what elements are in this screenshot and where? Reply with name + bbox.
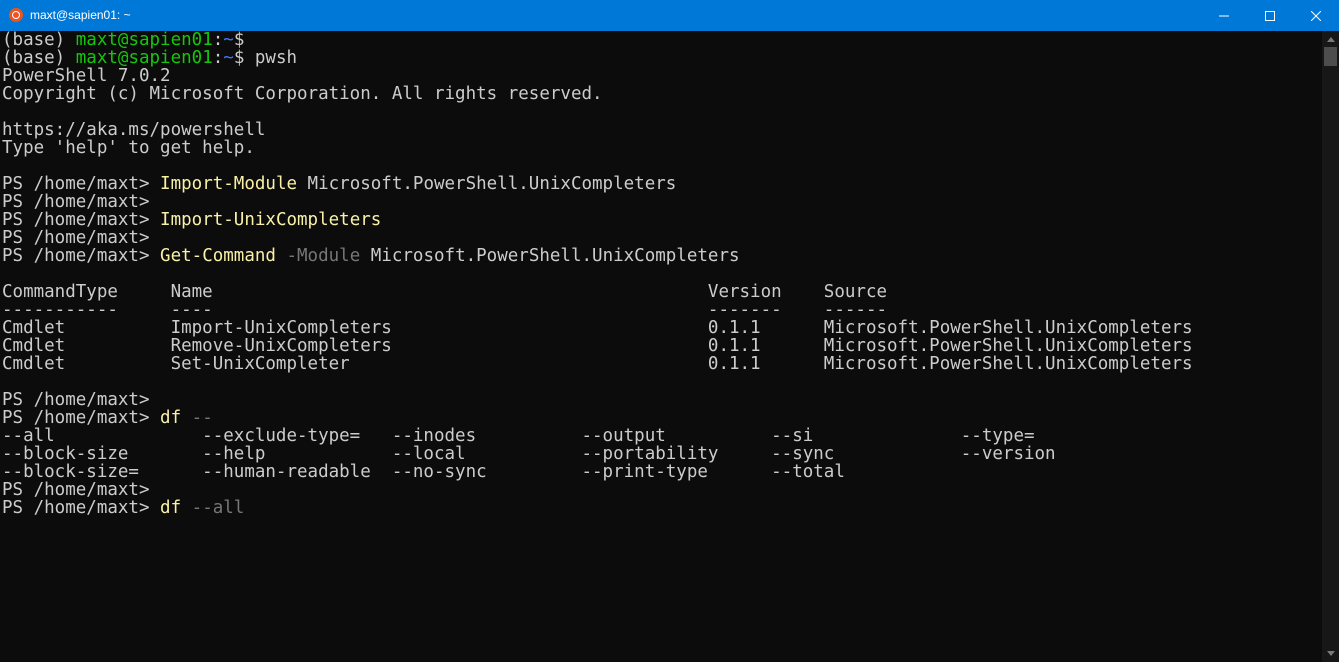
window-title: maxt@sapien01: ~ xyxy=(30,8,131,22)
scroll-up-button[interactable] xyxy=(1322,31,1339,48)
terminal-lines: (base) maxt@sapien01:~$ (base) maxt@sapie… xyxy=(2,31,1193,517)
minimize-button[interactable] xyxy=(1201,0,1247,31)
scroll-up-icon xyxy=(1326,37,1335,42)
terminal-text: $ pwsh xyxy=(233,48,298,68)
terminal-text: Import-Module xyxy=(160,174,298,194)
ubuntu-icon[interactable] xyxy=(9,8,23,22)
terminal-line: PowerShell 7.0.2 xyxy=(2,67,1193,85)
terminal-line: PS /home/maxt> xyxy=(2,481,1193,499)
terminal-text: PS /home/maxt> xyxy=(2,228,150,248)
scrollbar-thumb[interactable] xyxy=(1324,47,1337,66)
terminal-text: PS /home/maxt> xyxy=(2,390,150,410)
scroll-down-button[interactable] xyxy=(1322,645,1339,662)
terminal-text: CommandType Name Version Source xyxy=(2,282,888,302)
terminal-text: --all xyxy=(181,498,245,518)
terminal-text: -- xyxy=(181,408,213,428)
terminal-window: maxt@sapien01: ~ (base) maxt@sapien01:~$… xyxy=(0,0,1339,662)
terminal-text: -Module xyxy=(275,246,361,266)
terminal-text: (base) xyxy=(2,48,76,68)
terminal-text: Get-Command xyxy=(160,246,276,266)
terminal-line: PS /home/maxt> Get-Command -Module Micro… xyxy=(2,247,1193,265)
terminal-text: df xyxy=(160,408,182,428)
terminal-text: Import-UnixCompleters xyxy=(160,210,382,230)
terminal-text: ~ xyxy=(223,48,234,68)
close-button[interactable] xyxy=(1293,0,1339,31)
terminal-text: --block-size= --human-readable --no-sync… xyxy=(2,462,845,482)
terminal-text: maxt@sapien01 xyxy=(75,48,213,68)
terminal-line: --all --exclude-type= --inodes --output … xyxy=(2,427,1193,445)
minimize-icon xyxy=(1219,15,1229,16)
terminal-text: Microsoft.PowerShell.UnixCompleters xyxy=(360,246,740,266)
vertical-scrollbar[interactable] xyxy=(1322,31,1339,662)
terminal-text: PowerShell 7.0.2 xyxy=(2,66,171,86)
close-icon xyxy=(1311,10,1321,21)
terminal-text: PS /home/maxt> xyxy=(2,174,161,194)
scroll-down-icon xyxy=(1326,651,1335,656)
terminal-line: PS /home/maxt> xyxy=(2,193,1193,211)
terminal-line: Type 'help' to get help. xyxy=(2,139,1193,157)
terminal-text: : xyxy=(212,48,224,68)
terminal-line: Cmdlet Import-UnixCompleters 0.1.1 Micro… xyxy=(2,319,1193,337)
terminal-text: Cmdlet Set-UnixCompleter 0.1.1 Microsoft… xyxy=(2,354,1193,374)
terminal-text: PS /home/maxt> xyxy=(2,246,161,266)
terminal-line: PS /home/maxt> xyxy=(2,391,1193,409)
terminal-text: --block-size --help --local --portabilit… xyxy=(2,444,1056,464)
terminal-line: --block-size= --human-readable --no-sync… xyxy=(2,463,1193,481)
terminal-text: Copyright (c) Microsoft Corporation. All… xyxy=(2,84,603,104)
title-bar[interactable]: maxt@sapien01: ~ xyxy=(0,0,1339,31)
terminal-line: Cmdlet Remove-UnixCompleters 0.1.1 Micro… xyxy=(2,337,1193,355)
terminal-text: Cmdlet Import-UnixCompleters 0.1.1 Micro… xyxy=(2,318,1193,338)
maximize-icon xyxy=(1265,10,1275,21)
terminal-line: PS /home/maxt> Import-Module Microsoft.P… xyxy=(2,175,1193,193)
terminal-line: (base) maxt@sapien01:~$ pwsh xyxy=(2,49,1193,67)
terminal-line: PS /home/maxt> df --all xyxy=(2,499,1193,517)
terminal-text: ----------- ---- ------- ------ xyxy=(2,300,888,320)
terminal-line: PS /home/maxt> xyxy=(2,229,1193,247)
terminal-output[interactable]: (base) maxt@sapien01:~$ (base) maxt@sapie… xyxy=(0,31,1322,662)
terminal-text: PS /home/maxt> xyxy=(2,210,161,230)
terminal-text: https://aka.ms/powershell xyxy=(2,120,266,140)
terminal-text: PS /home/maxt> xyxy=(2,192,150,212)
maximize-button[interactable] xyxy=(1247,0,1293,31)
terminal-line: PS /home/maxt> df -- xyxy=(2,409,1193,427)
terminal-line: Cmdlet Set-UnixCompleter 0.1.1 Microsoft… xyxy=(2,355,1193,373)
terminal-text: df xyxy=(160,498,182,518)
terminal-line: PS /home/maxt> Import-UnixCompleters xyxy=(2,211,1193,229)
terminal-line: Copyright (c) Microsoft Corporation. All… xyxy=(2,85,1193,103)
terminal-line: (base) maxt@sapien01:~$ xyxy=(2,31,1193,49)
terminal-line: ----------- ---- ------- ------ xyxy=(2,301,1193,319)
terminal-line: CommandType Name Version Source xyxy=(2,283,1193,301)
terminal-text: PS /home/maxt> xyxy=(2,408,161,428)
terminal-line: https://aka.ms/powershell xyxy=(2,121,1193,139)
terminal-text: Type 'help' to get help. xyxy=(2,138,255,158)
terminal-text: Cmdlet Remove-UnixCompleters 0.1.1 Micro… xyxy=(2,336,1193,356)
terminal-text: Microsoft.PowerShell.UnixCompleters xyxy=(297,174,677,194)
terminal-text: PS /home/maxt> xyxy=(2,480,150,500)
terminal-line: --block-size --help --local --portabilit… xyxy=(2,445,1193,463)
terminal-text: --all --exclude-type= --inodes --output … xyxy=(2,426,1035,446)
terminal-text: PS /home/maxt> xyxy=(2,498,161,518)
